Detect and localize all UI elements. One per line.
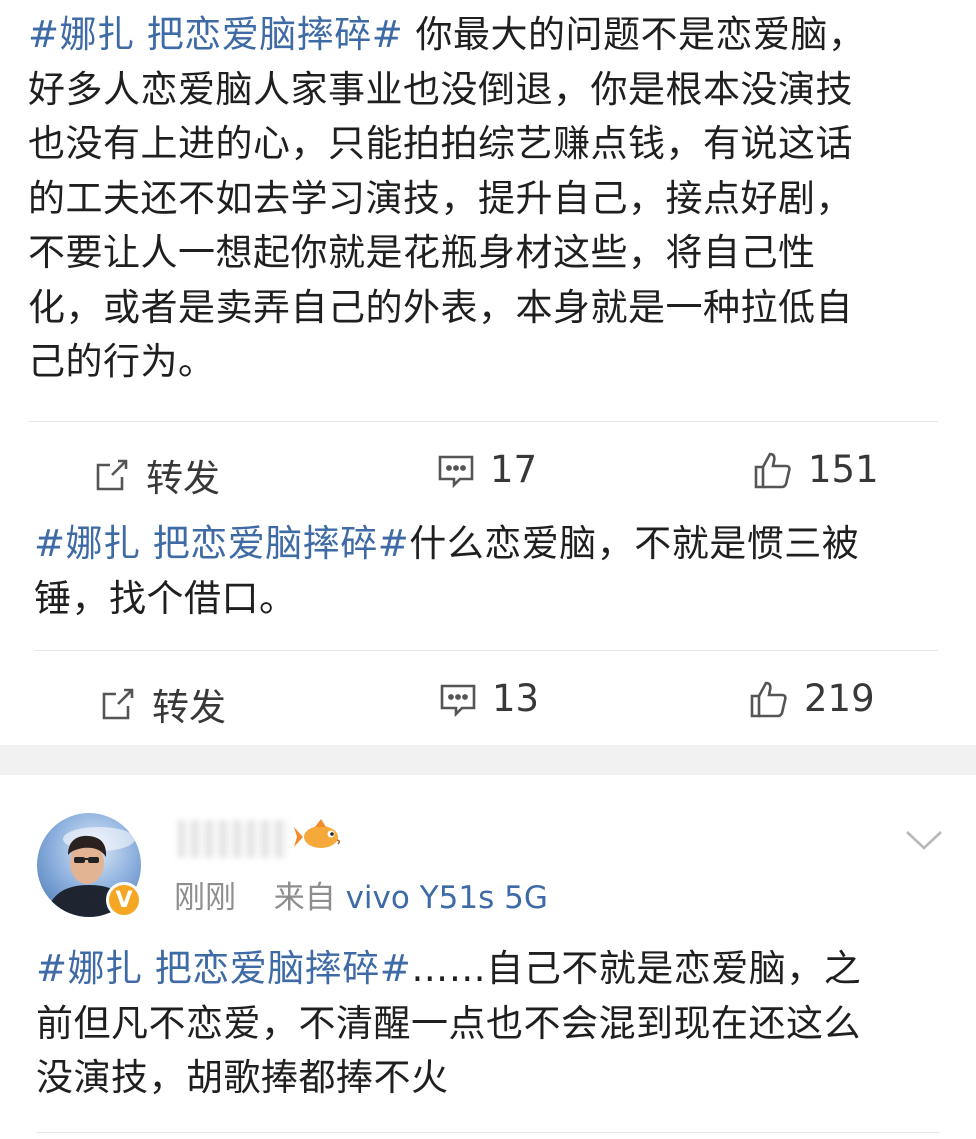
post-card-1: #娜扎 把恋爱脑摔碎# 你最大的问题不是恋爱脑， 好多人恋爱脑人家事业也没倒退，…	[0, 0, 976, 520]
comment-icon	[438, 679, 478, 719]
repost-label: 转发	[152, 686, 226, 729]
like-icon	[748, 678, 790, 720]
repost-icon	[92, 455, 132, 495]
divider	[28, 421, 938, 422]
divider	[34, 650, 938, 651]
comment-button[interactable]: 17	[436, 448, 537, 491]
repost-icon	[98, 684, 138, 724]
post-text: #娜扎 把恋爱脑摔碎#什么恋爱脑，不就是惯三被 锤，找个借口。	[34, 522, 860, 620]
like-count: 219	[804, 677, 875, 720]
comment-count: 13	[492, 677, 540, 720]
card-separator	[0, 745, 976, 775]
repost-button[interactable]: 转发	[92, 448, 220, 502]
hashtag-link[interactable]: #娜扎 把恋爱脑摔碎#	[34, 522, 409, 565]
username-redacted[interactable]	[178, 820, 288, 858]
like-button[interactable]: 219	[748, 677, 875, 720]
divider	[36, 1132, 940, 1133]
hashtag-link[interactable]: #娜扎 把恋爱脑摔碎#	[36, 947, 411, 990]
post-card-2: #娜扎 把恋爱脑摔碎#什么恋爱脑，不就是惯三被 锤，找个借口。 转发 13 21…	[0, 520, 976, 748]
chevron-down-icon[interactable]	[904, 828, 944, 852]
like-count: 151	[808, 448, 879, 491]
device-link[interactable]: vivo Y51s 5G	[346, 880, 548, 916]
repost-button[interactable]: 转发	[98, 677, 226, 731]
post-meta: 刚刚 来自 vivo Y51s 5G	[174, 872, 548, 917]
like-button[interactable]: 151	[752, 448, 879, 491]
comment-button[interactable]: 13	[438, 677, 539, 720]
like-icon	[752, 449, 794, 491]
comment-count: 17	[490, 448, 538, 491]
post-text: #娜扎 把恋爱脑摔碎#……自己不就是恋爱脑，之 前但凡不恋爱，不清醒一点也不会混…	[36, 947, 862, 1099]
verified-badge-icon: V	[106, 882, 142, 918]
fish-emoji-icon	[294, 819, 341, 848]
post-time: 刚刚	[174, 880, 236, 916]
comment-icon	[436, 450, 476, 490]
repost-label: 转发	[146, 457, 220, 500]
hashtag-link[interactable]: #娜扎 把恋爱脑摔碎#	[28, 13, 403, 56]
post-text: #娜扎 把恋爱脑摔碎# 你最大的问题不是恋爱脑， 好多人恋爱脑人家事业也没倒退，…	[28, 13, 866, 383]
source-prefix: 来自	[273, 880, 336, 916]
